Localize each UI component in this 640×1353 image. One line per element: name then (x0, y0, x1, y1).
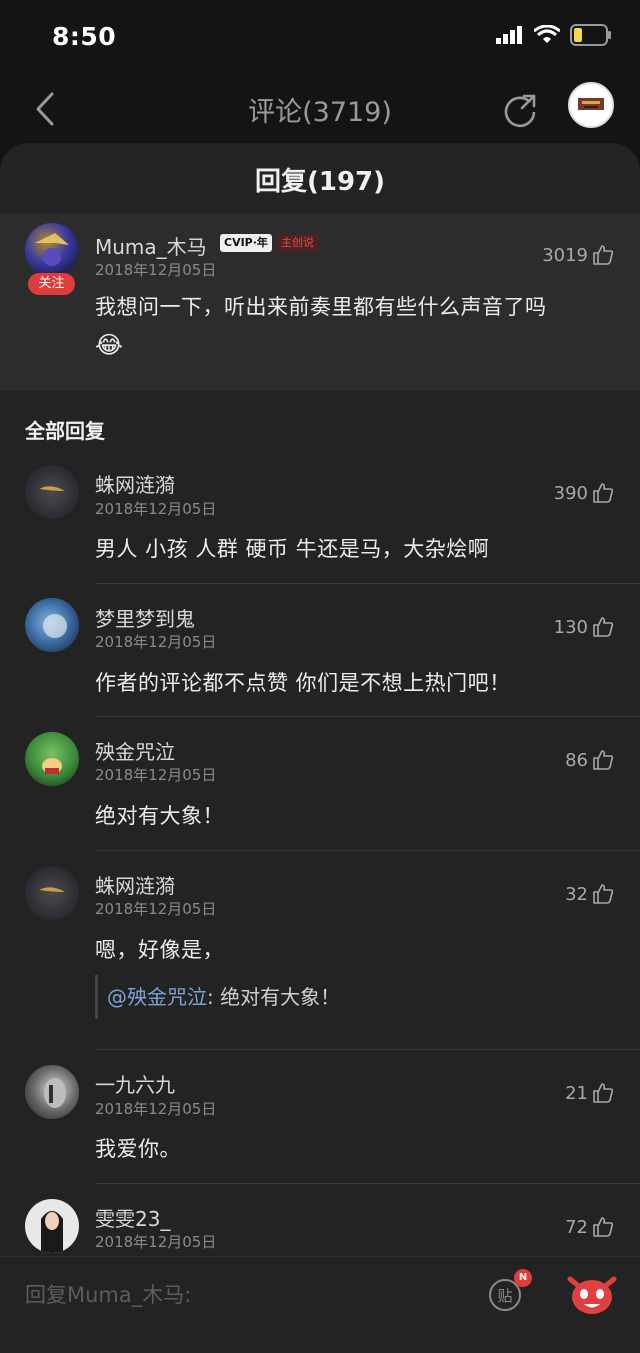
comment-text: 绝对有大象！ (95, 804, 224, 828)
username[interactable]: 蛛网涟漪 (95, 469, 175, 498)
like-count: 32 (565, 883, 588, 905)
comment-text: 作者的评论都不点赞 你们是不想上热门吧！ (95, 671, 511, 695)
status-time: 8:50 (52, 22, 117, 51)
comment-date: 2018年12月05日 (95, 261, 217, 279)
avatar-image (41, 1211, 63, 1253)
emoji-icon[interactable] (566, 1271, 618, 1317)
avatar-image (42, 758, 62, 774)
avatar-image (35, 233, 69, 266)
avatar[interactable] (25, 223, 79, 277)
avatar-image (39, 486, 65, 491)
follow-button[interactable]: 关注 (28, 273, 75, 295)
avatar[interactable] (25, 732, 79, 786)
username[interactable]: 梦里梦到鬼 (95, 603, 195, 632)
username[interactable]: 殃金咒泣 (95, 736, 175, 765)
like-count: 86 (565, 749, 588, 771)
like-button[interactable]: 72 (565, 1216, 614, 1238)
album-avatar[interactable] (568, 82, 614, 128)
username[interactable]: Muma_木马 (95, 231, 207, 260)
wifi-icon (534, 25, 560, 43)
battery-icon (570, 24, 611, 46)
like-count: 3019 (542, 244, 588, 266)
avatar-image (39, 887, 65, 892)
like-count: 21 (565, 1082, 588, 1104)
like-count: 390 (553, 482, 588, 504)
reply-bar: 回复Muma_木马: 贴 N (0, 1256, 640, 1353)
share-icon[interactable] (500, 90, 540, 130)
username[interactable]: 雯雯23_ (95, 1203, 170, 1232)
divider (95, 1049, 640, 1050)
comment-date: 2018年12月05日 (95, 766, 217, 784)
comment-text: 男人 小孩 人群 硬币 牛还是马，大杂烩啊 (95, 537, 490, 561)
comment-date: 2018年12月05日 (95, 1100, 217, 1118)
thumbs-up-icon (593, 1217, 614, 1237)
vip-badge: CVIP·年 (220, 234, 272, 252)
reply-input[interactable]: 回复Muma_木马: (25, 1279, 191, 1309)
comment-date: 2018年12月05日 (95, 1233, 217, 1251)
comment-text: 我想问一下，听出来前奏里都有些什么声音了吗 (95, 295, 547, 319)
like-count: 72 (565, 1216, 588, 1238)
creator-badge: 主创说 (276, 234, 319, 252)
comment-text: 我爱你。 (95, 1137, 181, 1161)
like-button[interactable]: 390 (554, 482, 614, 504)
avatar[interactable] (25, 866, 79, 920)
new-badge: N (514, 1269, 532, 1287)
sheet-title: 回复(197) (254, 167, 386, 197)
divider (95, 716, 640, 717)
avatar-image (43, 614, 67, 638)
divider (95, 850, 640, 851)
comment-text: 嗯，好像是， (95, 938, 224, 962)
page-title: 评论(3719) (248, 97, 392, 128)
avatar[interactable] (25, 598, 79, 652)
like-count: 130 (553, 616, 588, 638)
like-button[interactable]: 32 (565, 883, 614, 905)
like-button[interactable]: 21 (565, 1082, 614, 1104)
quoted-reply: @殃金咒泣: 绝对有大象！ (95, 975, 615, 1019)
thumbs-up-icon (593, 245, 614, 265)
replies-sheet: 回复(197) 关注 Muma_木马 CVIP·年 主创说 2018年12月05… (0, 143, 640, 1353)
album-art-icon (578, 98, 604, 110)
avatar-image (44, 1078, 66, 1108)
avatar[interactable] (25, 1199, 79, 1253)
thumbs-up-icon (593, 884, 614, 904)
section-title: 全部回复 (25, 419, 105, 443)
comment-date: 2018年12月05日 (95, 500, 217, 518)
like-button[interactable]: 130 (554, 616, 614, 638)
thumbs-up-icon (593, 750, 614, 770)
sticker-label: 贴 (497, 1287, 512, 1305)
avatar[interactable] (25, 465, 79, 519)
avatar[interactable] (25, 1065, 79, 1119)
comment-date: 2018年12月05日 (95, 633, 217, 651)
mention-link[interactable]: @殃金咒泣 (107, 985, 207, 1009)
comment-date: 2018年12月05日 (95, 900, 217, 918)
status-icons (496, 24, 612, 46)
quoted-text: : 绝对有大象！ (207, 985, 341, 1009)
divider (95, 583, 640, 584)
like-button[interactable]: 86 (565, 749, 614, 771)
username[interactable]: 一九六九 (95, 1069, 175, 1098)
divider (95, 1183, 640, 1184)
like-button[interactable]: 3019 (542, 244, 614, 266)
thumbs-up-icon (593, 483, 614, 503)
laugh-emoji: 😂 (95, 331, 124, 359)
nav-bar: 评论(3719) (0, 78, 640, 140)
thumbs-up-icon (593, 617, 614, 637)
username[interactable]: 蛛网涟漪 (95, 870, 175, 899)
thumbs-up-icon (593, 1083, 614, 1103)
status-bar: 8:50 (0, 0, 640, 78)
signal-icon (496, 26, 522, 44)
